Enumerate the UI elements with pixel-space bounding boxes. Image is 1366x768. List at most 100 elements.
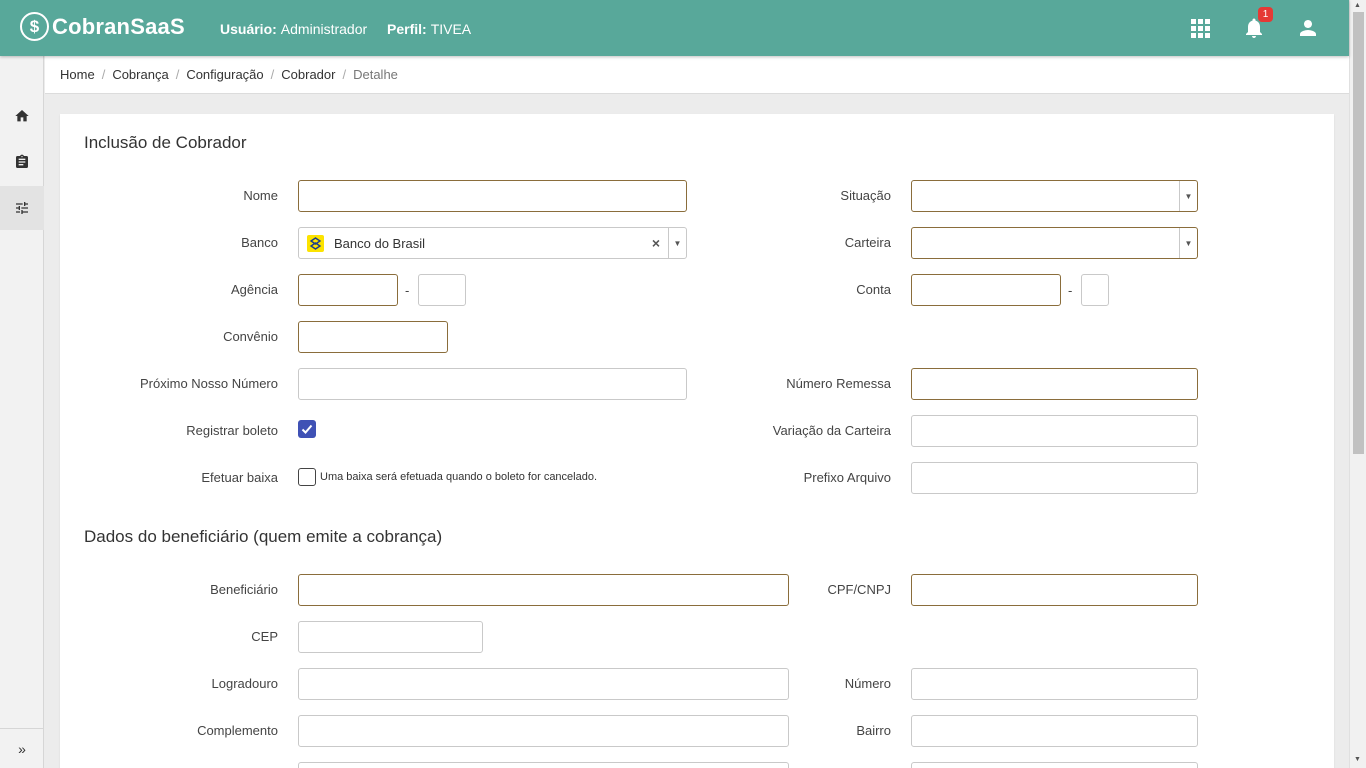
- registrar-boleto-label: Registrar boleto: [186, 423, 278, 438]
- notification-badge: 1: [1258, 7, 1273, 22]
- prefixo-arquivo-field[interactable]: [911, 462, 1198, 494]
- profile-label: Perfil:: [387, 21, 427, 37]
- breadcrumb-separator: /: [175, 67, 180, 82]
- breadcrumb-detalhe: Detalhe: [353, 67, 398, 82]
- sidebar-expand-button[interactable]: »: [0, 728, 44, 768]
- banco-select[interactable]: Banco do Brasil × ▼: [298, 227, 687, 259]
- proximo-nosso-numero-input[interactable]: [299, 369, 686, 399]
- beneficiario-label: Beneficiário: [210, 582, 278, 597]
- agencia-dash: -: [405, 283, 410, 298]
- variacao-carteira-field[interactable]: [911, 415, 1198, 447]
- breadcrumb-cobranca[interactable]: Cobrança: [112, 67, 168, 82]
- page-scrollbar[interactable]: ▲ ▼: [1349, 0, 1366, 768]
- beneficiario-section-title: Dados do beneficiário (quem emite a cobr…: [84, 527, 443, 546]
- breadcrumb-separator: /: [270, 67, 275, 82]
- breadcrumb-home[interactable]: Home: [60, 67, 95, 82]
- profile-value: TIVEA: [430, 21, 472, 37]
- bairro-field[interactable]: [911, 715, 1198, 747]
- sidebar-item-home[interactable]: [0, 94, 44, 138]
- user-account-icon[interactable]: [1296, 16, 1320, 40]
- nome-label: Nome: [243, 188, 278, 203]
- cep-label: CEP: [251, 629, 278, 644]
- scroll-down-icon[interactable]: ▼: [1354, 756, 1361, 763]
- conta-dash: -: [1068, 283, 1073, 298]
- user-label: Usuário:: [220, 21, 277, 37]
- cpf-cnpj-field[interactable]: [911, 574, 1198, 606]
- banco-do-brasil-logo-icon: [307, 235, 324, 252]
- situacao-label: Situação: [840, 188, 891, 203]
- numero-label: Número: [844, 676, 891, 691]
- variacao-carteira-input[interactable]: [912, 416, 1197, 446]
- cpf-cnpj-input[interactable]: [912, 575, 1197, 605]
- situacao-select[interactable]: ▼: [911, 180, 1198, 212]
- proximo-nosso-numero-field[interactable]: [298, 368, 687, 400]
- scroll-up-icon[interactable]: ▲: [1354, 2, 1361, 9]
- cep-field[interactable]: [298, 621, 483, 653]
- profile-info: Perfil: TIVEA: [387, 21, 471, 37]
- sliders-icon: [16, 202, 28, 214]
- bairro-label: Bairro: [856, 723, 891, 738]
- registrar-boleto-checkbox[interactable]: [298, 420, 316, 438]
- numero-remessa-input[interactable]: [912, 369, 1197, 399]
- app-logo[interactable]: $ CobranSaaS: [20, 12, 185, 41]
- agencia-digit-input[interactable]: [419, 275, 465, 305]
- efetuar-baixa-checkbox[interactable]: [298, 468, 316, 486]
- numero-remessa-label: Número Remessa: [786, 376, 891, 391]
- next-row-field-right[interactable]: [911, 762, 1198, 768]
- breadcrumb-separator: /: [342, 67, 347, 82]
- logo-icon: $: [20, 12, 49, 41]
- breadcrumb-separator: /: [101, 67, 106, 82]
- form-title: Inclusão de Cobrador: [84, 133, 247, 152]
- convenio-input[interactable]: [299, 322, 447, 352]
- agencia-input[interactable]: [299, 275, 397, 305]
- breadcrumb-cobrador[interactable]: Cobrador: [281, 67, 335, 82]
- convenio-field[interactable]: [298, 321, 448, 353]
- sidebar-item-settings[interactable]: [0, 186, 44, 230]
- next-row-field-left[interactable]: [298, 762, 789, 768]
- clipboard-icon: [16, 154, 28, 168]
- nome-input[interactable]: [299, 181, 686, 211]
- complemento-label: Complemento: [197, 723, 278, 738]
- agencia-digit-field[interactable]: [418, 274, 466, 306]
- carteira-select[interactable]: ▼: [911, 227, 1198, 259]
- form-card: Inclusão de Cobrador Nome Banco Banco do…: [60, 114, 1334, 768]
- conta-input[interactable]: [912, 275, 1060, 305]
- conta-field[interactable]: [911, 274, 1061, 306]
- cep-input[interactable]: [299, 622, 482, 652]
- banco-label: Banco: [241, 235, 278, 250]
- apps-grid-icon[interactable]: [1188, 16, 1212, 40]
- user-info: Usuário: Administrador: [220, 21, 367, 37]
- clear-selection-icon[interactable]: ×: [652, 235, 660, 251]
- scroll-thumb[interactable]: [1353, 12, 1364, 454]
- banco-selected-value: Banco do Brasil: [334, 236, 426, 251]
- prefixo-arquivo-input[interactable]: [912, 463, 1197, 493]
- numero-remessa-field[interactable]: [911, 368, 1198, 400]
- efetuar-baixa-note: Uma baixa será efetuada quando o boleto …: [320, 471, 598, 483]
- sidebar-item-billing[interactable]: [0, 140, 44, 184]
- chevron-down-icon[interactable]: ▼: [668, 228, 686, 258]
- prefixo-arquivo-label: Prefixo Arquivo: [803, 470, 891, 485]
- logradouro-label: Logradouro: [211, 676, 279, 691]
- home-icon: [15, 110, 29, 122]
- breadcrumb-configuracao[interactable]: Configuração: [186, 67, 263, 82]
- cpf-cnpj-label: CPF/CNPJ: [827, 582, 891, 597]
- chevron-down-icon[interactable]: ▼: [1179, 228, 1197, 258]
- top-bar: $ CobranSaaS Usuário: Administrador Perfi…: [0, 0, 1349, 56]
- breadcrumb: Home / Cobrança / Configuração / Cobrado…: [45, 56, 1349, 94]
- sidebar: »: [0, 56, 44, 768]
- proximo-nosso-numero-label: Próximo Nosso Número: [140, 376, 278, 391]
- efetuar-baixa-label: Efetuar baixa: [201, 470, 278, 485]
- conta-digit-input[interactable]: [1082, 275, 1108, 305]
- bairro-input[interactable]: [912, 716, 1197, 746]
- chevron-down-icon[interactable]: ▼: [1179, 181, 1197, 211]
- agencia-field[interactable]: [298, 274, 398, 306]
- carteira-label: Carteira: [844, 235, 891, 250]
- conta-digit-field[interactable]: [1081, 274, 1109, 306]
- conta-label: Conta: [856, 282, 891, 297]
- nome-field[interactable]: [298, 180, 687, 212]
- numero-field[interactable]: [911, 668, 1198, 700]
- numero-input[interactable]: [912, 669, 1197, 699]
- variacao-carteira-label: Variação da Carteira: [772, 423, 891, 438]
- convenio-label: Convênio: [223, 329, 278, 344]
- agencia-label: Agência: [231, 282, 278, 297]
